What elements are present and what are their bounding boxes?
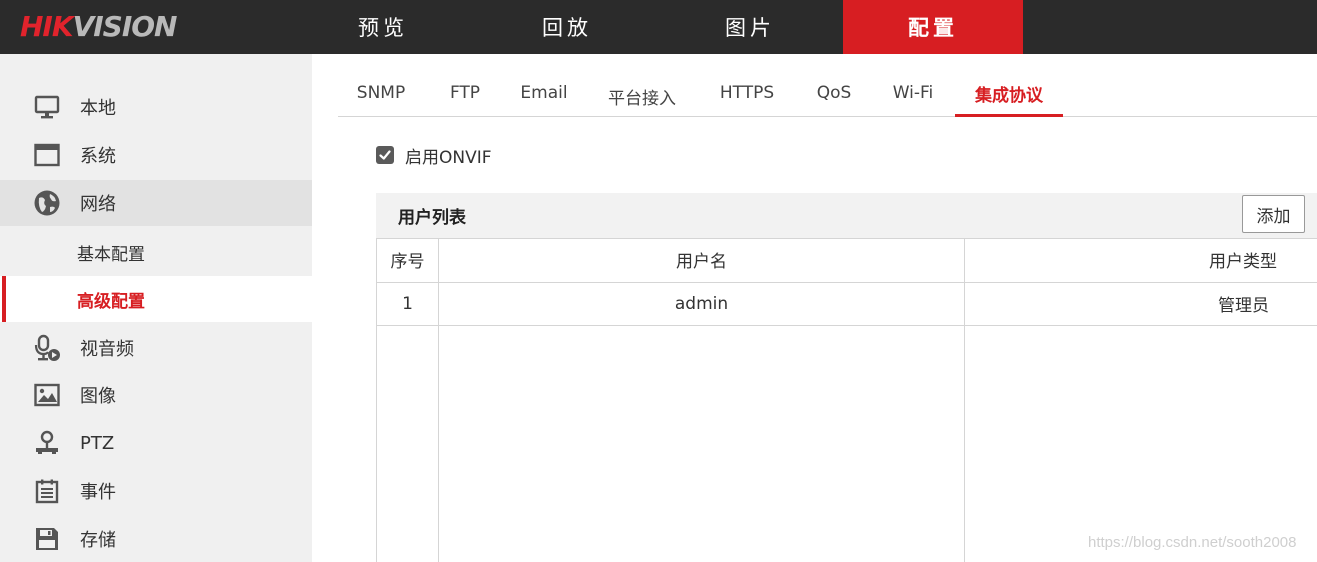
sidebar-item-label: 事件 <box>80 482 116 503</box>
sidebar-item-network[interactable]: 网络 <box>0 180 312 226</box>
active-indicator <box>2 276 6 322</box>
tab-qos[interactable]: QoS <box>808 70 860 116</box>
sidebar-item-ptz[interactable]: PTZ <box>0 420 312 466</box>
tab-active-underline <box>955 114 1063 117</box>
protocol-tabs: SNMP FTP Email 平台接入 HTTPS QoS Wi-Fi 集成协议 <box>338 70 1317 117</box>
table-cell-username: admin <box>674 293 729 314</box>
logo-text-hik: HIK <box>20 9 74 43</box>
sidebar-subitem-advanced-settings[interactable]: 高级配置 <box>0 276 312 322</box>
sidebar-item-image[interactable]: 图像 <box>0 372 312 418</box>
tab-integration-protocol[interactable]: 集成协议 <box>955 70 1063 117</box>
sidebar-item-label: 本地 <box>80 98 116 119</box>
globe-icon <box>33 189 61 217</box>
nav-preview[interactable]: 预览 <box>293 0 473 54</box>
sidebar-item-event[interactable]: 事件 <box>0 468 312 514</box>
tab-label: 集成协议 <box>975 85 1043 106</box>
sidebar-item-label: 视音频 <box>80 339 134 360</box>
table-cell-user-type: 管理员 <box>1218 296 1269 316</box>
sidebar-subitem-label: 基本配置 <box>77 244 145 265</box>
sidebar-item-label: 图像 <box>80 386 116 407</box>
sidebar: 本地 系统 网络 基本配置 高级配置 视音频 图像 PTZ 事件 存储 <box>0 54 312 562</box>
column-header-index: 序号 <box>390 252 425 272</box>
tab-platform-access[interactable]: 平台接入 <box>598 70 686 116</box>
tab-https[interactable]: HTTPS <box>710 70 784 116</box>
enable-onvif-label: 启用ONVIF <box>405 147 492 168</box>
sidebar-item-label: PTZ <box>80 432 115 454</box>
tab-snmp[interactable]: SNMP <box>346 70 416 116</box>
hikvision-logo[interactable]: HIK VISION <box>20 8 178 44</box>
column-header-user-type: 用户类型 <box>1209 252 1277 272</box>
sidebar-subitem-basic-settings[interactable]: 基本配置 <box>0 229 312 275</box>
nav-picture[interactable]: 图片 <box>660 0 840 54</box>
sidebar-item-label: 网络 <box>80 194 116 215</box>
tab-email[interactable]: Email <box>512 70 576 116</box>
row-divider <box>376 325 1317 326</box>
sidebar-item-system[interactable]: 系统 <box>0 132 312 178</box>
enable-onvif-checkbox[interactable]: 启用ONVIF <box>376 142 492 168</box>
add-user-button[interactable]: 添加 <box>1242 195 1305 233</box>
window-icon <box>33 141 61 169</box>
sidebar-item-local[interactable]: 本地 <box>0 84 312 130</box>
microphone-video-icon <box>33 334 61 362</box>
user-list-header: 用户列表 添加 <box>376 193 1317 238</box>
floppy-disk-icon <box>33 525 61 553</box>
table-cell-index: 1 <box>402 293 413 314</box>
nav-playback[interactable]: 回放 <box>477 0 657 54</box>
tab-ftp[interactable]: FTP <box>436 70 494 116</box>
sidebar-item-video-audio[interactable]: 视音频 <box>0 325 312 371</box>
sidebar-item-storage[interactable]: 存储 <box>0 516 312 562</box>
joystick-icon <box>33 429 61 457</box>
column-divider <box>964 238 965 562</box>
top-bar: HIK VISION 预览 回放 图片 配置 <box>0 0 1317 54</box>
user-list-title: 用户列表 <box>398 208 466 228</box>
tab-wifi[interactable]: Wi-Fi <box>884 70 942 116</box>
image-icon <box>33 381 61 409</box>
column-header-username: 用户名 <box>676 252 727 272</box>
sidebar-item-label: 系统 <box>80 146 116 167</box>
logo-text-vision: VISION <box>72 9 178 43</box>
checkbox-checked-icon[interactable] <box>376 146 394 164</box>
sidebar-item-label: 存储 <box>80 530 116 551</box>
calendar-list-icon <box>33 477 61 505</box>
monitor-icon <box>33 93 61 121</box>
nav-configuration[interactable]: 配置 <box>843 0 1023 54</box>
sidebar-subitem-label: 高级配置 <box>77 291 145 312</box>
watermark-text: https://blog.csdn.net/sooth2008 <box>1088 534 1297 551</box>
